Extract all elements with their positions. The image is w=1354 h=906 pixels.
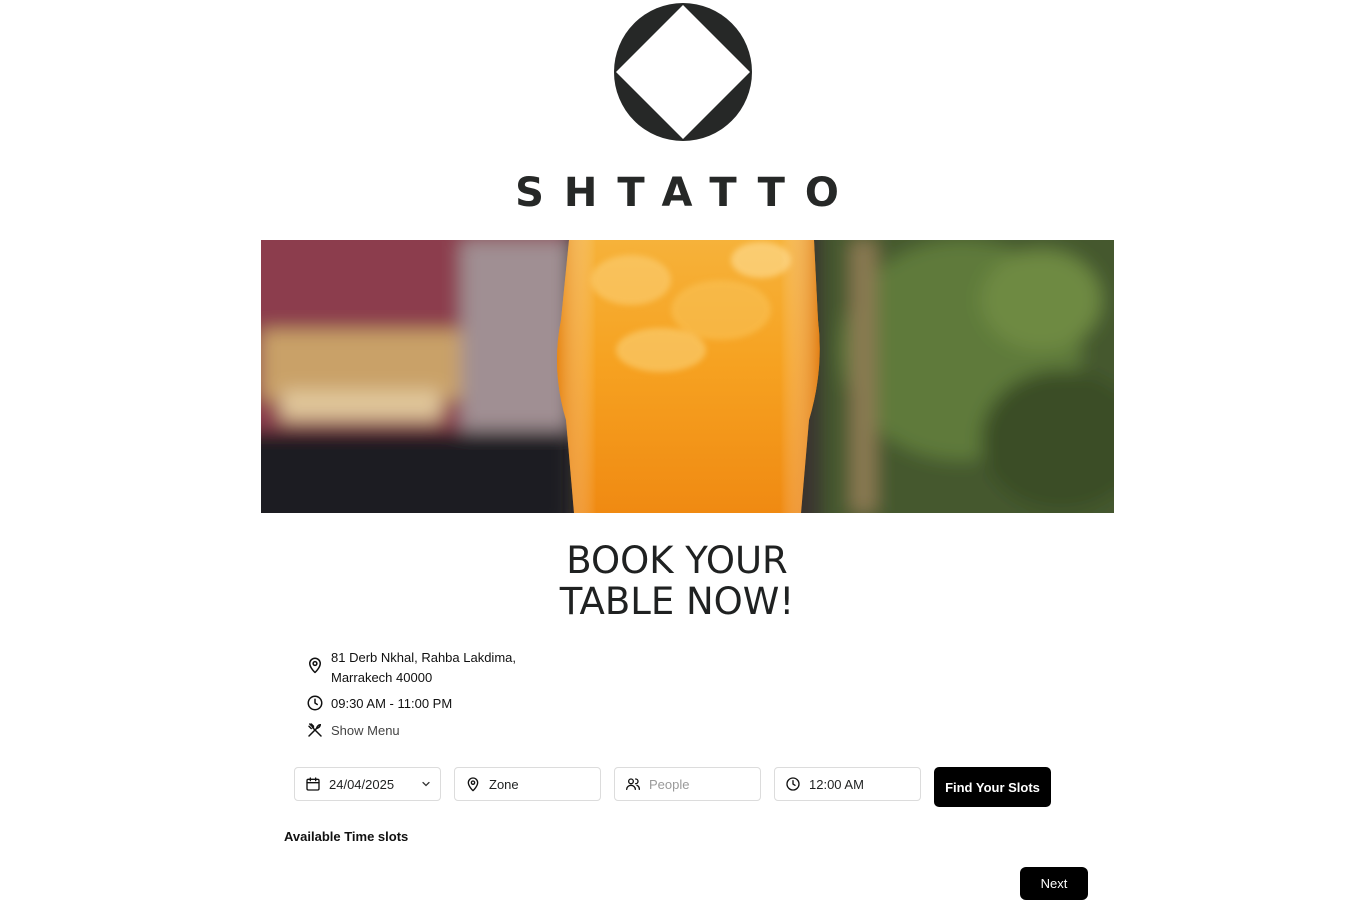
date-picker[interactable]: 24/04/2025 [294,767,441,801]
page-title-line1: BOOK YOUR [566,539,788,582]
address-line2: Marrakech 40000 [331,670,433,685]
available-slots-label: Available Time slots [284,829,409,844]
hero-image [261,240,1114,513]
address-line1: 81 Derb Nkhal, Rahba Lakdima, [331,650,516,665]
logo-mark [613,2,753,142]
time-select[interactable]: 12:00 AM [774,767,921,801]
page-title: BOOK YOUR TABLE NOW! [0,540,1354,622]
page-title-line2: TABLE NOW! [559,580,795,623]
opening-hours: 09:30 AM - 11:00 PM [331,696,453,711]
zone-select[interactable]: Zone [454,767,601,801]
brand-name: SHTATTO [515,170,859,216]
utensils-icon [308,723,322,737]
chevron-down-icon [422,781,430,787]
show-menu-link[interactable]: Show Menu [306,721,400,741]
people-placeholder: People [649,776,690,792]
address-info: 81 Derb Nkhal, Rahba Lakdima, Marrakech … [306,648,516,688]
zone-value: Zone [489,776,519,792]
map-pin-icon [467,777,479,792]
show-menu-label: Show Menu [331,723,400,738]
time-value: 12:00 AM [809,776,864,792]
hours-info: 09:30 AM - 11:00 PM [306,694,452,714]
people-input[interactable]: People [614,767,761,801]
next-button[interactable]: Next [1020,867,1088,900]
find-slots-button[interactable]: Find Your Slots [934,767,1051,807]
map-pin-icon [309,657,321,674]
clock-icon [307,695,323,711]
calendar-icon [306,777,320,791]
date-value: 24/04/2025 [329,776,395,792]
users-icon [626,778,640,790]
clock-icon [786,777,800,791]
